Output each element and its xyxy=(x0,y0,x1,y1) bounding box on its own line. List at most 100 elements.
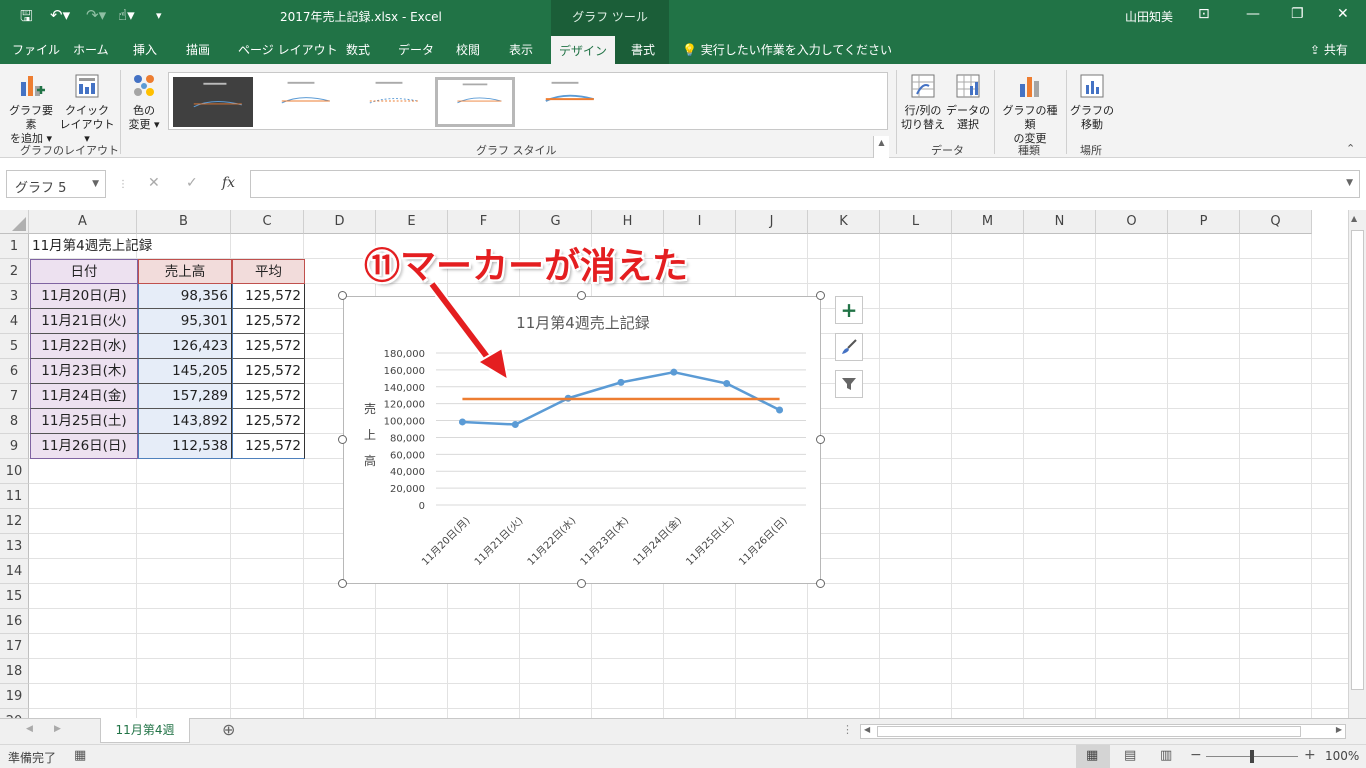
sheet-next-icon[interactable]: ▶ xyxy=(54,724,61,734)
column-header-i[interactable]: I xyxy=(664,210,736,234)
formula-input[interactable]: ▼ xyxy=(250,170,1360,198)
zoom-level[interactable]: 100% xyxy=(1325,749,1359,763)
row-header-17[interactable]: 17 xyxy=(0,634,29,659)
chart-style-4-selected[interactable] xyxy=(435,77,515,127)
row-header-3[interactable]: 3 xyxy=(0,284,29,309)
zoom-in-icon[interactable]: + xyxy=(1304,747,1316,763)
customize-qat-icon[interactable]: ▾ xyxy=(156,9,162,22)
zoom-out-icon[interactable]: − xyxy=(1190,747,1202,763)
column-header-o[interactable]: O xyxy=(1096,210,1168,234)
row-header-4[interactable]: 4 xyxy=(0,309,29,334)
cancel-icon[interactable]: ✕ xyxy=(148,175,160,191)
new-sheet-icon[interactable]: ⊕ xyxy=(222,720,235,739)
horizontal-scroll-thumb[interactable] xyxy=(877,726,1301,737)
page-break-view-icon[interactable]: ▥ xyxy=(1160,748,1172,763)
row-header-12[interactable]: 12 xyxy=(0,509,29,534)
minimize-icon[interactable]: — xyxy=(1246,6,1260,22)
tab-draw[interactable]: 描画 xyxy=(186,41,210,58)
tab-formulas[interactable]: 数式 xyxy=(346,41,370,58)
select-all-corner[interactable] xyxy=(0,210,29,234)
tab-view[interactable]: 表示 xyxy=(509,41,533,58)
resize-handle-n[interactable] xyxy=(577,291,586,300)
restore-icon[interactable]: ❐ xyxy=(1291,6,1304,22)
scroll-left-icon[interactable]: ◀ xyxy=(864,725,870,734)
tab-design[interactable]: デザイン xyxy=(551,36,615,64)
column-header-q[interactable]: Q xyxy=(1240,210,1312,234)
chart-style-1[interactable] xyxy=(173,77,253,127)
chart-elements-plus-icon[interactable]: + xyxy=(835,296,863,324)
tab-split-grip-icon[interactable]: ⋮ xyxy=(842,723,853,736)
change-colors-button[interactable]: 色の 変更 ▾ xyxy=(124,72,164,132)
tab-page-layout[interactable]: ページ レイアウト xyxy=(238,41,338,58)
column-header-h[interactable]: H xyxy=(592,210,664,234)
row-header-16[interactable]: 16 xyxy=(0,609,29,634)
chart-style-2[interactable] xyxy=(261,77,341,127)
column-header-j[interactable]: J xyxy=(736,210,808,234)
zoom-slider-thumb[interactable] xyxy=(1250,750,1254,763)
sheet-tab-active[interactable]: 11月第4週 xyxy=(100,718,190,743)
row-header-19[interactable]: 19 xyxy=(0,684,29,709)
resize-handle-sw[interactable] xyxy=(338,579,347,588)
row-header-2[interactable]: 2 xyxy=(0,259,29,284)
chart-filters-icon[interactable] xyxy=(835,370,863,398)
row-header-9[interactable]: 9 xyxy=(0,434,29,459)
touch-mode-icon[interactable]: ☝▾ xyxy=(118,6,135,24)
quick-layout-button[interactable]: クイック レイアウト ▾ xyxy=(58,72,116,146)
column-header-p[interactable]: P xyxy=(1168,210,1240,234)
row-header-18[interactable]: 18 xyxy=(0,659,29,684)
tab-insert[interactable]: 挿入 xyxy=(133,41,157,58)
row-header-8[interactable]: 8 xyxy=(0,409,29,434)
resize-handle-ne[interactable] xyxy=(816,291,825,300)
row-header-14[interactable]: 14 xyxy=(0,559,29,584)
page-layout-view-icon[interactable]: ▤ xyxy=(1124,748,1136,763)
tab-home[interactable]: ホーム xyxy=(73,41,109,58)
close-icon[interactable]: ✕ xyxy=(1337,6,1349,22)
change-chart-type-button[interactable]: グラフの種類 の変更 xyxy=(998,72,1062,146)
row-header-20[interactable]: 20 xyxy=(0,709,29,718)
column-header-l[interactable]: L xyxy=(880,210,952,234)
redo-icon[interactable]: ↷▾ xyxy=(86,6,106,24)
add-chart-element-button[interactable]: グラフ要素 を追加 ▾ xyxy=(4,72,58,146)
sheet-prev-icon[interactable]: ◀ xyxy=(26,724,33,734)
row-header-7[interactable]: 7 xyxy=(0,384,29,409)
row-header-6[interactable]: 6 xyxy=(0,359,29,384)
expand-formula-icon[interactable]: ▼ xyxy=(1346,178,1353,188)
undo-icon[interactable]: ↶▾ xyxy=(50,6,70,24)
resize-handle-e[interactable] xyxy=(816,435,825,444)
vertical-scrollbar[interactable]: ▲ xyxy=(1348,210,1366,718)
column-header-e[interactable]: E xyxy=(376,210,448,234)
save-icon[interactable]: 🖫 xyxy=(20,6,33,31)
horizontal-scrollbar[interactable]: ◀ ▶ xyxy=(860,724,1346,739)
tab-data[interactable]: データ xyxy=(398,41,434,58)
select-data-button[interactable]: データの 選択 xyxy=(946,72,990,132)
chart-style-3[interactable] xyxy=(349,77,429,127)
column-header-n[interactable]: N xyxy=(1024,210,1096,234)
scroll-up-icon[interactable]: ▲ xyxy=(1351,214,1357,223)
row-header-11[interactable]: 11 xyxy=(0,484,29,509)
chart-object[interactable]: 11月第4週売上記録 0 20,000 40,000 60,000 80,000 100,0… xyxy=(343,296,821,584)
collapse-ribbon-icon[interactable]: ⌃ xyxy=(1346,142,1355,155)
column-header-b[interactable]: B xyxy=(137,210,231,234)
resize-handle-se[interactable] xyxy=(816,579,825,588)
column-header-f[interactable]: F xyxy=(448,210,520,234)
row-header-1[interactable]: 1 xyxy=(0,234,29,259)
move-chart-button[interactable]: グラフの 移動 xyxy=(1070,72,1114,132)
column-header-a[interactable]: A xyxy=(29,210,137,234)
column-header-k[interactable]: K xyxy=(808,210,880,234)
chart-style-5[interactable] xyxy=(525,77,605,127)
cell-a1-title[interactable]: 11月第4週売上記録 xyxy=(29,234,229,259)
chart-styles-brush-icon[interactable] xyxy=(835,333,863,361)
macro-record-icon[interactable]: ▦ xyxy=(74,748,86,763)
column-header-d[interactable]: D xyxy=(304,210,376,234)
tell-me-box[interactable]: 💡 実行したい作業を入力してください xyxy=(682,41,892,58)
vertical-scroll-thumb[interactable] xyxy=(1351,230,1364,690)
tab-file[interactable]: ファイル xyxy=(12,41,60,58)
chevron-down-icon[interactable]: ▼ xyxy=(92,179,99,189)
gallery-up-icon[interactable]: ▲ xyxy=(874,138,889,147)
resize-handle-w[interactable] xyxy=(338,435,347,444)
switch-row-column-button[interactable]: 行/列の 切り替え xyxy=(900,72,946,132)
row-header-5[interactable]: 5 xyxy=(0,334,29,359)
resize-handle-s[interactable] xyxy=(577,579,586,588)
row-header-15[interactable]: 15 xyxy=(0,584,29,609)
row-header-13[interactable]: 13 xyxy=(0,534,29,559)
